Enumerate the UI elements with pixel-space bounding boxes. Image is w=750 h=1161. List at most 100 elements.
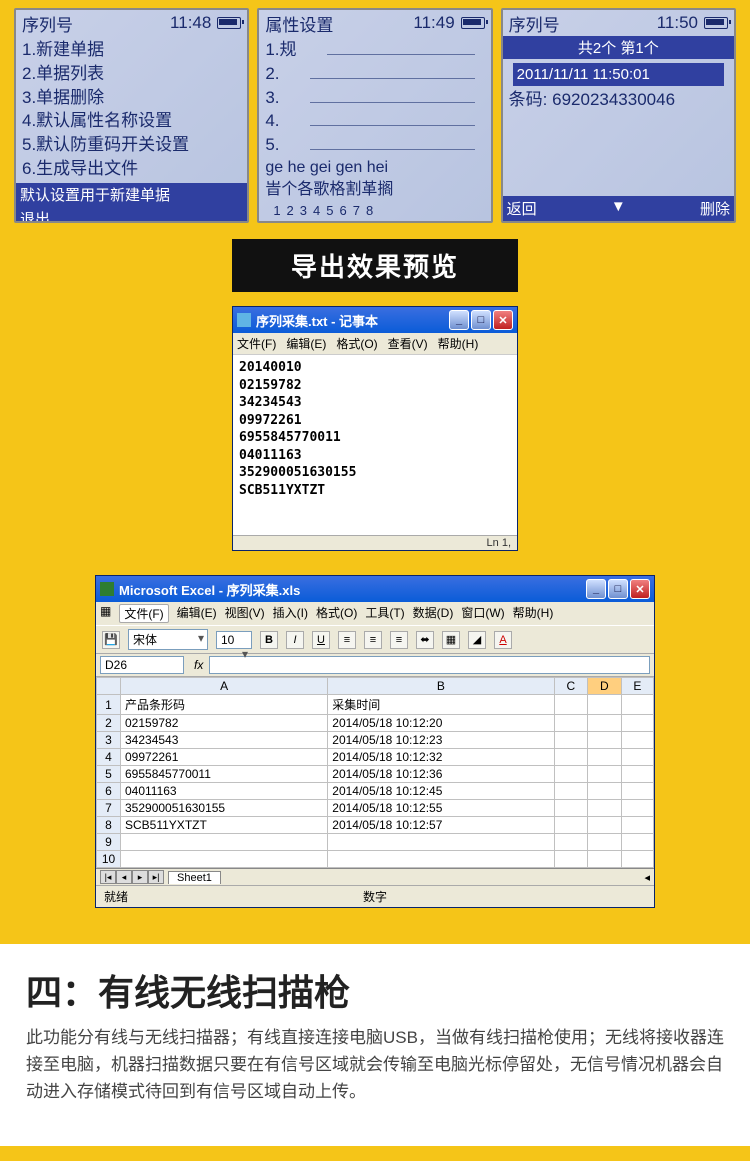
menu-help[interactable]: 帮助(H) (513, 604, 554, 623)
formula-input[interactable] (209, 656, 650, 674)
cell[interactable] (621, 783, 653, 800)
cell[interactable] (554, 834, 588, 851)
cell[interactable]: 09972261 (121, 749, 328, 766)
cell[interactable]: 2014/05/18 10:12:55 (328, 800, 554, 817)
cell[interactable] (588, 800, 622, 817)
col-header[interactable]: E (621, 678, 653, 695)
cell[interactable] (621, 800, 653, 817)
cell[interactable]: SCB511YXTZT (121, 817, 328, 834)
cell[interactable] (588, 695, 622, 715)
cell[interactable] (621, 766, 653, 783)
sheet-nav-first-icon[interactable]: |◂ (100, 870, 116, 884)
cell[interactable] (588, 732, 622, 749)
cell[interactable]: 产品条形码 (121, 695, 328, 715)
cell[interactable] (621, 834, 653, 851)
col-header[interactable]: A (121, 678, 328, 695)
menu-window[interactable]: 窗口(W) (461, 604, 504, 623)
cell[interactable]: 02159782 (121, 715, 328, 732)
menu-item[interactable]: 6.生成导出文件 (22, 157, 241, 181)
sheet-nav-prev-icon[interactable]: ◂ (116, 870, 132, 884)
font-size-select[interactable]: 10 (216, 631, 252, 649)
cell[interactable] (621, 715, 653, 732)
menu-edit[interactable]: 编辑(E) (177, 604, 217, 623)
prop-item[interactable]: 2. (265, 62, 279, 86)
cell[interactable] (621, 817, 653, 834)
cell[interactable] (554, 695, 588, 715)
save-icon[interactable]: 💾 (102, 631, 120, 649)
close-button[interactable]: ✕ (630, 579, 650, 599)
menu-item[interactable]: 1.新建单据 (22, 38, 241, 62)
cell[interactable] (554, 766, 588, 783)
hscroll-left-icon[interactable]: ◂ (644, 871, 650, 884)
menu-view[interactable]: 视图(V) (225, 604, 265, 623)
cell[interactable] (554, 800, 588, 817)
cell[interactable] (121, 851, 328, 868)
underline-button[interactable]: U (312, 631, 330, 649)
borders-icon[interactable]: ▦ (442, 631, 460, 649)
select-all-corner[interactable] (97, 678, 121, 695)
row-header[interactable]: 10 (97, 851, 121, 868)
cell[interactable] (621, 732, 653, 749)
cell[interactable] (588, 749, 622, 766)
col-header[interactable]: C (554, 678, 588, 695)
spreadsheet-grid[interactable]: ABCDE1产品条形码采集时间2021597822014/05/18 10:12… (96, 677, 654, 868)
name-box[interactable]: D26 (100, 656, 184, 674)
font-name-select[interactable]: 宋体 (128, 629, 208, 650)
italic-button[interactable]: I (286, 631, 304, 649)
cell[interactable] (121, 834, 328, 851)
maximize-button[interactable]: □ (608, 579, 628, 599)
cell[interactable] (588, 715, 622, 732)
softkey-delete[interactable]: 删除 (656, 198, 730, 219)
cell[interactable] (588, 766, 622, 783)
cell[interactable] (554, 732, 588, 749)
menu-item[interactable]: 3.单据删除 (22, 86, 241, 110)
prop-item[interactable]: 4. (265, 109, 279, 133)
row-header[interactable]: 3 (97, 732, 121, 749)
cell[interactable] (554, 783, 588, 800)
cell[interactable]: 04011163 (121, 783, 328, 800)
cell[interactable] (328, 834, 554, 851)
maximize-button[interactable]: □ (471, 310, 491, 330)
cell[interactable] (588, 834, 622, 851)
prop-item[interactable]: 5. (265, 133, 279, 157)
cell[interactable]: 352900051630155 (121, 800, 328, 817)
fill-color-icon[interactable]: ◢ (468, 631, 486, 649)
font-color-icon[interactable]: A (494, 631, 512, 649)
cell[interactable] (328, 851, 554, 868)
row-header[interactable]: 4 (97, 749, 121, 766)
prop-item[interactable]: 3. (265, 86, 279, 110)
sheet-nav-next-icon[interactable]: ▸ (132, 870, 148, 884)
row-header[interactable]: 2 (97, 715, 121, 732)
softkey-back[interactable]: 返回 (507, 198, 581, 219)
prop-item[interactable]: 1.规 (265, 38, 296, 62)
cell[interactable] (588, 851, 622, 868)
cell[interactable] (588, 817, 622, 834)
fx-icon[interactable]: fx (188, 658, 209, 672)
cell[interactable]: 2014/05/18 10:12:36 (328, 766, 554, 783)
excel-titlebar[interactable]: Microsoft Excel - 序列采集.xls _ □ ✕ (96, 576, 654, 602)
cell[interactable] (621, 695, 653, 715)
menu-tools[interactable]: 工具(T) (365, 604, 404, 623)
row-header[interactable]: 6 (97, 783, 121, 800)
cell[interactable] (621, 749, 653, 766)
cell[interactable]: 采集时间 (328, 695, 554, 715)
row-header[interactable]: 5 (97, 766, 121, 783)
softkey-down[interactable]: ▼ (581, 198, 655, 219)
menu-item[interactable]: 5.默认防重码开关设置 (22, 133, 241, 157)
menu-view[interactable]: 查看(V) (388, 335, 428, 352)
menu-format[interactable]: 格式(O) (336, 335, 377, 352)
cell[interactable]: 34234543 (121, 732, 328, 749)
align-center-icon[interactable]: ≡ (364, 631, 382, 649)
cell[interactable]: 2014/05/18 10:12:23 (328, 732, 554, 749)
softkey-exit[interactable]: 退出 (20, 208, 243, 223)
minimize-button[interactable]: _ (449, 310, 469, 330)
cell[interactable] (554, 749, 588, 766)
ime-candidates-2[interactable]: 旹个各歌格割革搁 (265, 179, 484, 201)
timestamp-row[interactable]: 2011/11/11 11:50:01 (513, 63, 724, 86)
minimize-button[interactable]: _ (586, 579, 606, 599)
align-left-icon[interactable]: ≡ (338, 631, 356, 649)
cell[interactable] (554, 715, 588, 732)
notepad-titlebar[interactable]: 序列采集.txt - 记事本 _ □ ✕ (233, 307, 517, 333)
menu-insert[interactable]: 插入(I) (273, 604, 308, 623)
menu-edit[interactable]: 编辑(E) (286, 335, 326, 352)
